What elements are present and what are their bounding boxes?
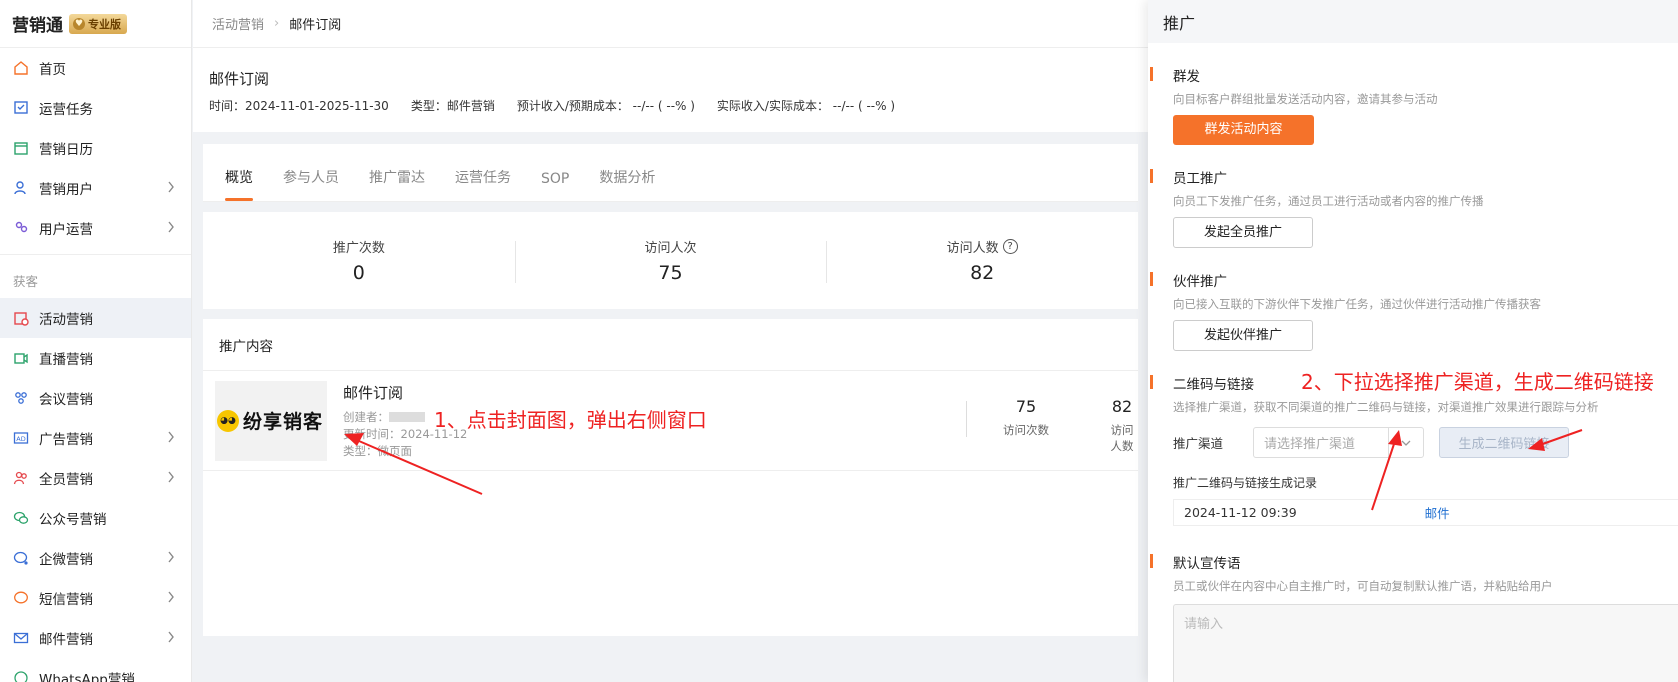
sidebar-item-marketing-users[interactable]: 营销用户	[0, 168, 191, 208]
sms-icon	[13, 590, 29, 606]
actual-revenue: 实际收入/实际成本： --/-- ( --% )	[716, 99, 896, 113]
tab-data-analysis[interactable]: 数据分析	[599, 167, 655, 201]
sidebar-item-meeting-marketing[interactable]: 会议营销	[0, 378, 191, 418]
cover-image[interactable]: ◕◕ 纷享销客	[215, 380, 327, 461]
generate-qrcode-button[interactable]: 生成二维码链接	[1439, 427, 1569, 458]
item-title[interactable]: 邮件订阅	[343, 382, 623, 403]
table-row: 2024-11-12 09:39 邮件	[1173, 499, 1678, 526]
tab-participants[interactable]: 参与人员	[283, 167, 339, 201]
annotation-step1: 1、点击封面图，弹出右侧窗口	[434, 408, 707, 432]
sidebar-item-all-staff-marketing[interactable]: 全员营销	[0, 458, 191, 498]
promotion-drawer: 推广 群发 向目标客户群组批量发送活动内容，邀请其参与活动 群发活动内容 员工推…	[1148, 0, 1678, 682]
chevron-right-icon	[167, 591, 175, 607]
record-time: 2024-11-12 09:39	[1184, 505, 1297, 520]
chevron-right-icon	[167, 631, 175, 647]
sidebar-item-sms-marketing[interactable]: 短信营销	[0, 578, 191, 618]
mascot-icon: ◕◕	[217, 409, 239, 432]
help-icon[interactable]: ?	[1002, 239, 1018, 254]
annotation-step2: 2、下拉选择推广渠道，生成二维码链接	[1301, 370, 1654, 394]
calendar-icon	[13, 140, 29, 156]
section-mass-send: 群发 向目标客户群组批量发送活动内容，邀请其参与活动 群发活动内容	[1148, 65, 1678, 145]
tab-overview[interactable]: 概览	[225, 167, 253, 201]
stat-visits: 访问人次 75	[514, 237, 827, 284]
chevron-right-icon	[167, 221, 175, 237]
video-icon	[13, 350, 29, 366]
drawer-title: 推广	[1148, 0, 1678, 43]
task-icon	[13, 100, 29, 116]
chevron-down-icon[interactable]	[1388, 428, 1423, 457]
sidebar-item-wecom-marketing[interactable]: 企微营销	[0, 538, 191, 578]
mail-icon	[13, 630, 29, 646]
chevron-right-icon	[167, 551, 175, 567]
brand-name: 营销通	[12, 16, 63, 36]
activity-icon	[13, 310, 29, 326]
main-content: 活动营销 › 邮件订阅 邮件订阅 时间：2024-11-01-2025-11-3…	[193, 0, 1148, 682]
sidebar-item-live-marketing[interactable]: 直播营销	[0, 338, 191, 378]
wechat-icon	[13, 510, 29, 526]
whatsapp-icon	[13, 670, 29, 682]
ad-icon: AD	[13, 430, 29, 446]
page-title: 邮件订阅	[209, 70, 270, 88]
sidebar-group-label: 获客	[0, 254, 191, 298]
users-icon	[13, 220, 29, 236]
promotion-content-card: 推广内容 ◕◕ 纷享销客 邮件订阅 创建者： 更新时间：2024-11-12 类…	[203, 319, 1138, 636]
sidebar-item-ad-marketing[interactable]: AD 广告营销	[0, 418, 191, 458]
tab-sop[interactable]: SOP	[541, 171, 569, 201]
breadcrumb-current: 邮件订阅	[289, 18, 342, 33]
stat-promotions: 推广次数 0	[332, 241, 385, 284]
sidebar-item-activity-marketing[interactable]: 活动营销	[0, 298, 191, 338]
slogan-textarea[interactable]: 请输入	[1173, 604, 1678, 682]
section-employee-promotion: 员工推广 向员工下发推广任务，通过员工进行活动或者内容的推广传播 发起全员推广	[1148, 167, 1678, 248]
people-icon	[13, 470, 29, 486]
stat-visitors: 访问人数 ? 82	[826, 237, 1138, 284]
sidebar-item-home[interactable]: 首页	[0, 48, 191, 88]
campaign-type: 类型：邮件营销	[410, 99, 495, 113]
item-visitors: 82 访问人数	[1110, 397, 1134, 453]
redacted-creator	[389, 412, 425, 422]
user-icon	[13, 180, 29, 196]
mass-send-button[interactable]: 群发活动内容	[1173, 115, 1314, 145]
start-employee-promotion-button[interactable]: 发起全员推广	[1173, 217, 1313, 248]
gem-icon: ♥	[73, 17, 85, 30]
start-partner-promotion-button[interactable]: 发起伙伴推广	[1173, 320, 1313, 351]
tab-bar: 概览 参与人员 推广雷达 运营任务 SOP 数据分析	[203, 144, 1138, 202]
sidebar-item-official-account-marketing[interactable]: 公众号营销	[0, 498, 191, 538]
record-title: 推广二维码与链接生成记录	[1173, 476, 1318, 490]
wecom-icon	[13, 550, 29, 566]
channel-select[interactable]: 请选择推广渠道	[1253, 427, 1424, 458]
sidebar-item-whatsapp-marketing[interactable]: WhatsApp营销	[0, 658, 191, 682]
tab-tasks[interactable]: 运营任务	[455, 167, 511, 201]
tab-radar[interactable]: 推广雷达	[369, 167, 425, 201]
campaign-meta: 时间：2024-11-01-2025-11-30 类型：邮件营销 预计收入/预期…	[209, 97, 1132, 114]
breadcrumb-parent[interactable]: 活动营销	[212, 14, 264, 33]
chevron-right-icon	[167, 181, 175, 197]
stats-panel: 推广次数 0 访问人次 75 访问人数 ? 82	[203, 212, 1138, 309]
campaign-time: 时间：2024-11-01-2025-11-30	[209, 99, 389, 113]
svg-text:AD: AD	[16, 435, 25, 443]
item-visits: 75 访问次数	[1003, 397, 1049, 437]
section-default-slogan: 默认宣传语 员工或伙伴在内容中心自主推广时，可自动复制默认推广语，并粘贴给用户 …	[1148, 552, 1678, 682]
record-channel-link[interactable]: 邮件	[1425, 503, 1450, 522]
sidebar: 营销通 ♥ 专业版 首页 运营任务 营销日历 营销用户 用户运营 获客 活动营销…	[0, 0, 192, 682]
sidebar-item-mail-marketing[interactable]: 邮件营销	[0, 618, 191, 658]
brand: 营销通 ♥ 专业版	[0, 0, 191, 48]
section-qrcode-link: 二维码与链接 选择推广渠道，获取不同渠道的推广二维码与链接，对渠道推广效果进行跟…	[1148, 373, 1678, 526]
campaign-header: 邮件订阅 时间：2024-11-01-2025-11-30 类型：邮件营销 预计…	[193, 48, 1148, 132]
chevron-right-icon	[167, 471, 175, 487]
section-partner-promotion: 伙伴推广 向已接入互联的下游伙伴下发推广任务，通过伙伴进行活动推广传播获客 发起…	[1148, 270, 1678, 351]
sidebar-item-calendar[interactable]: 营销日历	[0, 128, 191, 168]
sidebar-item-user-ops[interactable]: 用户运营	[0, 208, 191, 248]
chevron-right-icon: ›	[274, 16, 280, 31]
edition-badge: ♥ 专业版	[69, 13, 127, 34]
home-icon	[13, 60, 29, 76]
breadcrumb: 活动营销 › 邮件订阅	[193, 0, 1148, 48]
chevron-right-icon	[167, 431, 175, 447]
sidebar-item-tasks[interactable]: 运营任务	[0, 88, 191, 128]
section-title: 推广内容	[203, 319, 1138, 371]
meeting-icon	[13, 390, 29, 406]
expected-revenue: 预计收入/预期成本： --/-- ( --% )	[516, 99, 695, 113]
channel-row: 推广渠道 请选择推广渠道 生成二维码链接	[1173, 427, 1678, 458]
